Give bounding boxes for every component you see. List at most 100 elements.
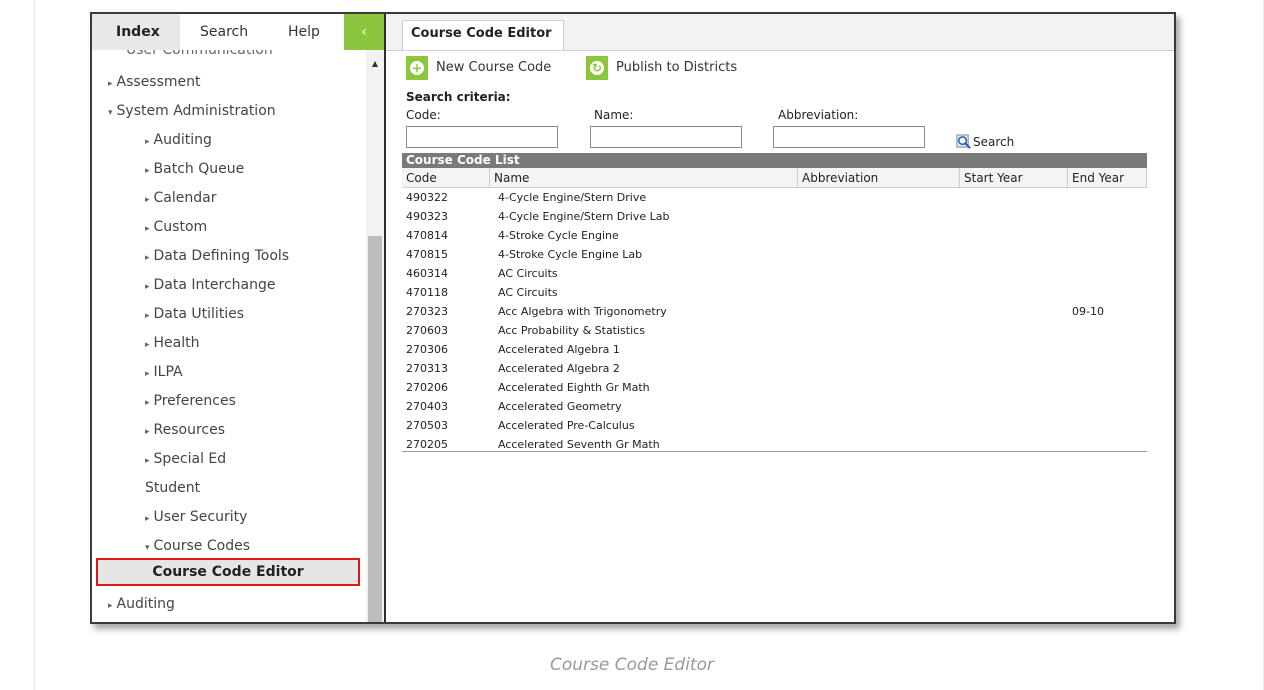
nav-item-course-code-editor[interactable]: Course Code Editor <box>96 558 360 586</box>
nav-item-label: Course Codes <box>153 538 250 554</box>
code-label: Code: <box>406 108 441 122</box>
nav-item-resources[interactable]: ▸ Resources <box>145 416 366 444</box>
publish-label: Publish to Districts <box>616 60 738 75</box>
table-row[interactable]: 490323 4-Cycle Engine/Stern Drive Lab <box>402 207 1147 226</box>
name-input[interactable] <box>590 126 742 148</box>
caret-right-icon: ▸ <box>145 311 150 321</box>
nav-item-label: Custom <box>153 219 208 235</box>
table-row[interactable]: 270306 Accelerated Algebra 1 <box>402 340 1147 359</box>
caret-right-icon: ▸ <box>108 601 113 611</box>
nav-item-course-codes[interactable]: ▾ Course Codes <box>145 532 366 560</box>
cell-code: 490322 <box>406 191 448 204</box>
name-label: Name: <box>594 108 634 122</box>
nav-tree: User Communication ▸ Assessment ▾ System A… <box>92 50 366 622</box>
nav-item-system-administration[interactable]: ▾ System Administration <box>108 97 366 125</box>
cell-name: 4-Cycle Engine/Stern Drive Lab <box>498 210 670 223</box>
cell-name: Accelerated Eighth Gr Math <box>498 381 650 394</box>
table-row[interactable]: 270205 Accelerated Seventh Gr Math <box>402 435 1147 451</box>
course-code-table: 490322 4-Cycle Engine/Stern Drive 490323 4… <box>402 188 1147 452</box>
publish-to-districts-button[interactable]: ↻ Publish to Districts <box>586 56 737 80</box>
table-row[interactable]: 460314 AC Circuits <box>402 264 1147 283</box>
nav-item-custom[interactable]: ▸ Custom <box>145 213 366 241</box>
nav-item-data-utilities[interactable]: ▸ Data Utilities <box>145 300 366 328</box>
cell-name: Accelerated Pre-Calculus <box>498 419 635 432</box>
cell-code: 270206 <box>406 381 448 394</box>
caret-right-icon: ▸ <box>145 427 150 437</box>
table-row[interactable]: 270603 Acc Probability & Statistics <box>402 321 1147 340</box>
course-code-list-title: Course Code List <box>402 153 1147 168</box>
caret-right-icon: ▸ <box>145 137 150 147</box>
magnifier-icon <box>956 134 971 149</box>
chevron-left-icon: ‹ <box>361 24 367 40</box>
abbreviation-input[interactable] <box>773 126 925 148</box>
tab-search[interactable]: Search <box>200 14 248 50</box>
nav-item-user-communication[interactable]: User Communication <box>126 50 366 64</box>
table-row[interactable]: 490322 4-Cycle Engine/Stern Drive <box>402 188 1147 207</box>
nav-scrollbar[interactable]: ▲ <box>366 50 384 622</box>
tab-index[interactable]: Index <box>92 14 180 50</box>
cell-code: 270403 <box>406 400 448 413</box>
new-course-code-button[interactable]: + New Course Code <box>406 56 551 80</box>
cell-end-year: 09-10 <box>1072 305 1104 318</box>
nav-item-label: Auditing <box>116 596 175 612</box>
cell-code: 470815 <box>406 248 448 261</box>
column-header-abbreviation[interactable]: Abbreviation <box>798 168 960 188</box>
table-row[interactable]: 470815 4-Stroke Cycle Engine Lab <box>402 245 1147 264</box>
cell-code: 270503 <box>406 419 448 432</box>
nav-item-batch-queue[interactable]: ▸ Batch Queue <box>145 155 366 183</box>
cell-name: Accelerated Algebra 2 <box>498 362 620 375</box>
cell-name: 4-Stroke Cycle Engine Lab <box>498 248 643 261</box>
refresh-icon: ↻ <box>586 56 608 80</box>
table-row[interactable]: 270313 Accelerated Algebra 2 <box>402 359 1147 378</box>
table-row[interactable]: 270206 Accelerated Eighth Gr Math <box>402 378 1147 397</box>
nav-item-student[interactable]: Student <box>145 474 366 502</box>
nav-item-label: Data Interchange <box>153 277 276 293</box>
cell-code: 270313 <box>406 362 448 375</box>
table-row[interactable]: 470118 AC Circuits <box>402 283 1147 302</box>
nav-item-health[interactable]: ▸ Health <box>145 329 366 357</box>
nav-item-preferences[interactable]: ▸ Preferences <box>145 387 366 415</box>
cell-name: 4-Cycle Engine/Stern Drive <box>498 191 647 204</box>
nav-item-label: Preferences <box>153 393 236 409</box>
nav-item-auditing[interactable]: ▸ Auditing <box>145 126 366 154</box>
caret-right-icon: ▸ <box>145 398 150 408</box>
nav-item-data-interchange[interactable]: ▸ Data Interchange <box>145 271 366 299</box>
nav-item-label: System Administration <box>116 103 276 119</box>
nav-item-auditing-2[interactable]: ▸ Auditing <box>108 590 366 618</box>
column-header-name[interactable]: Name <box>490 168 798 188</box>
table-row[interactable]: 270403 Accelerated Geometry <box>402 397 1147 416</box>
cell-name: AC Circuits <box>498 286 558 299</box>
code-input[interactable] <box>406 126 558 148</box>
nav-item-user-security[interactable]: ▸ User Security <box>145 503 366 531</box>
caret-right-icon: ▸ <box>145 340 150 350</box>
table-row[interactable]: 270323 Acc Algebra with Trigonometry 09-10 <box>402 302 1147 321</box>
caret-down-icon: ▾ <box>145 543 150 553</box>
search-button[interactable]: Search <box>956 134 1014 149</box>
nav-item-ilpa[interactable]: ▸ ILPA <box>145 358 366 386</box>
column-header-start-year[interactable]: Start Year <box>960 168 1068 188</box>
plus-icon: + <box>406 56 428 80</box>
nav-item-special-ed[interactable]: ▸ Special Ed <box>145 445 366 473</box>
cell-code: 470118 <box>406 286 448 299</box>
nav-item-data-defining-tools[interactable]: ▸ Data Defining Tools <box>145 242 366 270</box>
collapse-nav-button[interactable]: ‹ <box>344 14 384 50</box>
scroll-up-arrow-icon[interactable]: ▲ <box>366 58 384 70</box>
cell-name: Accelerated Geometry <box>498 400 622 413</box>
tab-help[interactable]: Help <box>288 14 320 50</box>
tab-course-code-editor[interactable]: Course Code Editor <box>402 20 564 50</box>
nav-item-calendar[interactable]: ▸ Calendar <box>145 184 366 212</box>
table-row[interactable]: 470814 4-Stroke Cycle Engine <box>402 226 1147 245</box>
nav-item-label: User Security <box>153 509 248 525</box>
main-content: Course Code Editor + New Course Code ↻ Pub… <box>386 14 1174 622</box>
column-header-code[interactable]: Code <box>402 168 490 188</box>
caret-right-icon: ▸ <box>145 166 150 176</box>
scrollbar-thumb[interactable] <box>368 236 382 622</box>
table-row[interactable]: 270503 Accelerated Pre-Calculus <box>402 416 1147 435</box>
nav-item-label: Data Defining Tools <box>153 248 290 264</box>
new-course-code-label: New Course Code <box>436 60 552 75</box>
nav-item-label: Health <box>153 335 200 351</box>
image-caption: Course Code Editor <box>550 655 714 675</box>
column-header-end-year[interactable]: End Year <box>1068 168 1147 188</box>
nav-item-assessment[interactable]: ▸ Assessment <box>108 68 366 96</box>
nav-item-label: Auditing <box>153 132 212 148</box>
